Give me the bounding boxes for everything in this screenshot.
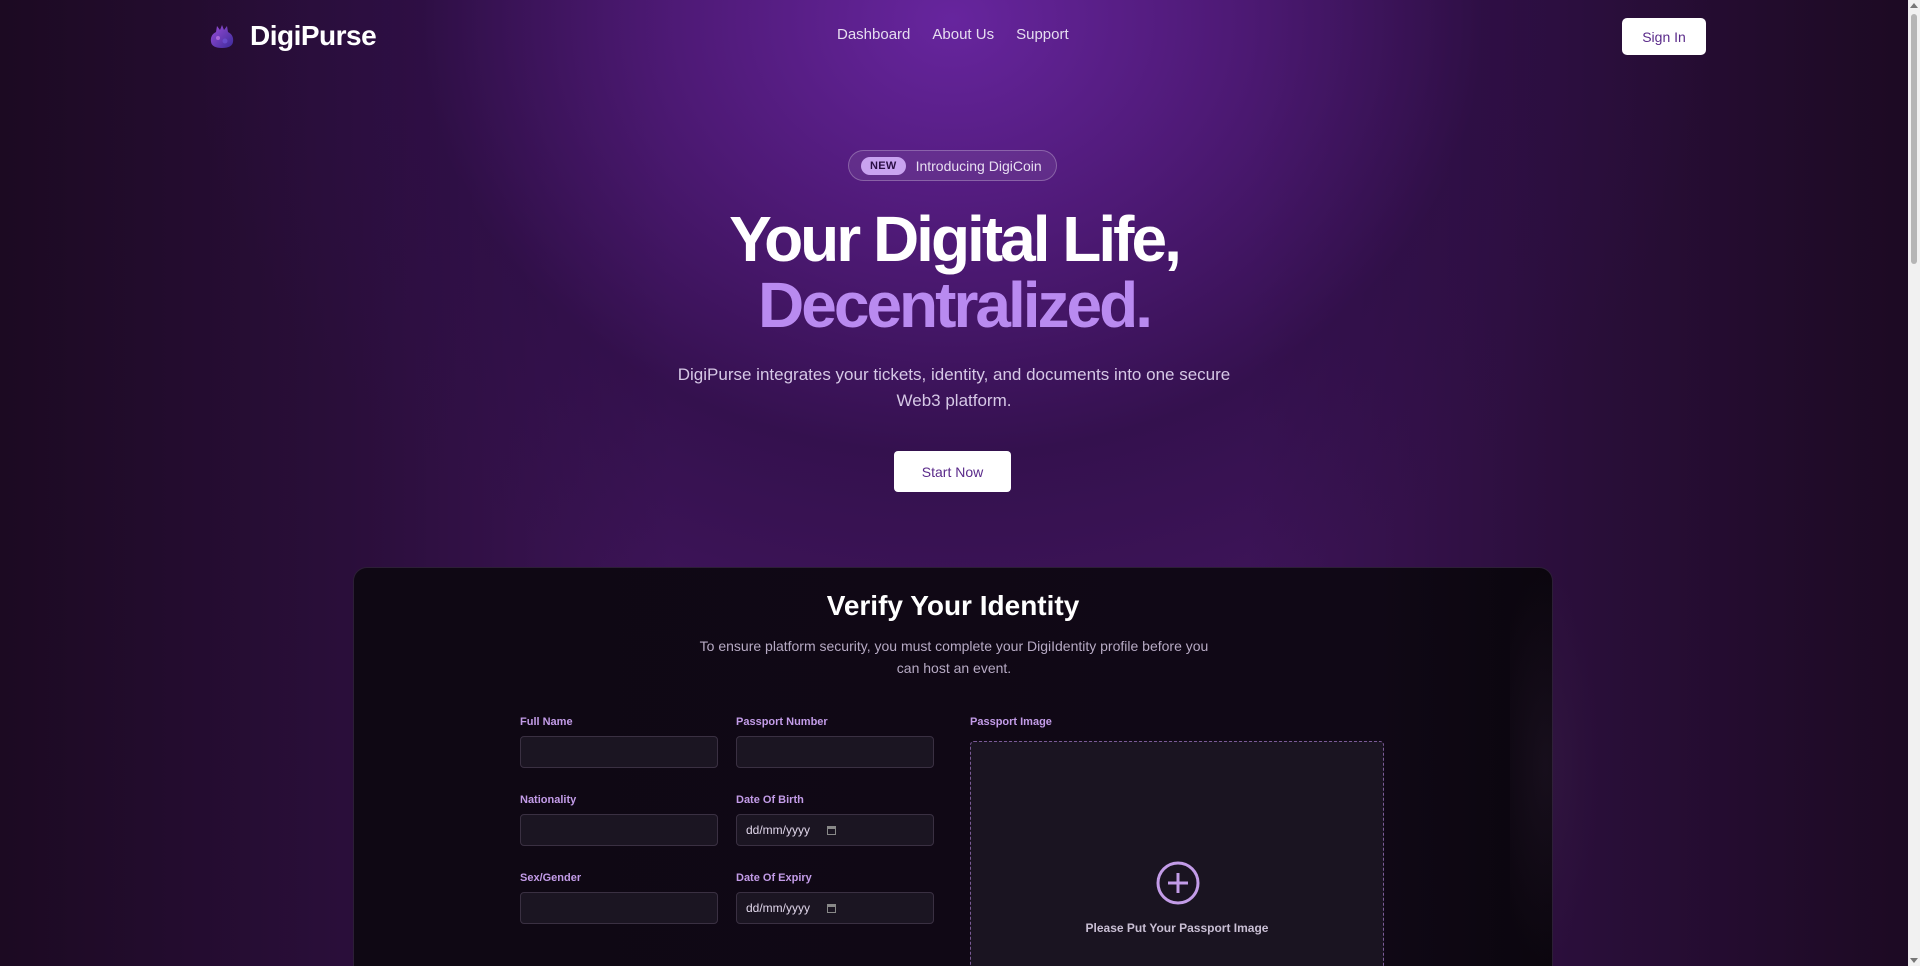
sign-in-button[interactable]: Sign In <box>1622 18 1706 55</box>
sex-gender-field-group: Sex/Gender <box>520 872 718 924</box>
full-name-input[interactable] <box>520 736 718 768</box>
full-name-field-group: Full Name <box>520 716 718 768</box>
scroll-down-icon[interactable] <box>1910 958 1918 963</box>
nav-link-dashboard[interactable]: Dashboard <box>837 26 910 43</box>
calendar-icon[interactable] <box>827 825 836 835</box>
nav-link-about-us[interactable]: About Us <box>932 26 994 43</box>
date-of-expiry-input[interactable]: dd/mm/yyyy <box>736 892 934 924</box>
passport-number-field-group: Passport Number <box>736 716 934 768</box>
top-nav: DigiPurse Dashboard About Us Support Sig… <box>0 0 1908 72</box>
page: DigiPurse Dashboard About Us Support Sig… <box>0 0 1920 966</box>
scroll-up-icon[interactable] <box>1910 3 1918 8</box>
hero-title-line2: Decentralized. <box>758 269 1153 341</box>
hero-subtitle: DigiPurse integrates your tickets, ident… <box>677 365 1231 410</box>
passport-image-label: Passport Image <box>970 716 1052 728</box>
purse-logo-icon <box>210 25 234 48</box>
date-of-expiry-label: Date Of Expiry <box>736 872 812 884</box>
dropzone-text: Please Put Your Passport Image <box>1085 921 1269 935</box>
calendar-icon[interactable] <box>827 903 836 913</box>
plus-circle-icon <box>1156 861 1200 905</box>
nav-link-support[interactable]: Support <box>1016 26 1069 43</box>
scrollbar-thumb[interactable] <box>1911 14 1917 264</box>
brand-logo[interactable]: DigiPurse <box>208 20 377 52</box>
nationality-label: Nationality <box>520 794 577 806</box>
card-subtitle: To ensure platform security, you must co… <box>699 638 1209 676</box>
passport-image-dropzone[interactable]: Please Put Your Passport Image <box>970 741 1384 966</box>
nav-links: Dashboard About Us Support <box>837 26 1069 43</box>
page-scrollbar[interactable] <box>1908 0 1920 966</box>
nationality-input[interactable] <box>520 814 718 846</box>
sex-gender-input[interactable] <box>520 892 718 924</box>
nationality-field-group: Nationality <box>520 794 718 846</box>
new-tag: NEW <box>861 156 906 175</box>
sex-gender-label: Sex/Gender <box>520 872 582 884</box>
date-of-birth-input[interactable]: dd/mm/yyyy <box>736 814 934 846</box>
verify-identity-card: Verify Your Identity To ensure platform … <box>353 567 1553 966</box>
start-now-button[interactable]: Start Now <box>894 451 1011 492</box>
full-name-label: Full Name <box>520 716 573 728</box>
brand-name: DigiPurse <box>250 20 377 51</box>
date-of-birth-placeholder: dd/mm/yyyy <box>746 823 811 837</box>
date-of-expiry-placeholder: dd/mm/yyyy <box>746 901 811 915</box>
announcement-badge[interactable]: NEW Introducing DigiCoin <box>848 150 1057 181</box>
hero-title-line1: Your Digital Life, <box>729 203 1182 275</box>
date-of-birth-label: Date Of Birth <box>736 794 804 806</box>
date-of-birth-field-group: Date Of Birth dd/mm/yyyy <box>736 794 934 846</box>
date-of-expiry-field-group: Date Of Expiry dd/mm/yyyy <box>736 872 934 924</box>
passport-number-input[interactable] <box>736 736 934 768</box>
card-title: Verify Your Identity <box>826 590 1080 621</box>
passport-number-label: Passport Number <box>736 716 828 728</box>
badge-text: Introducing DigiCoin <box>915 157 1042 174</box>
